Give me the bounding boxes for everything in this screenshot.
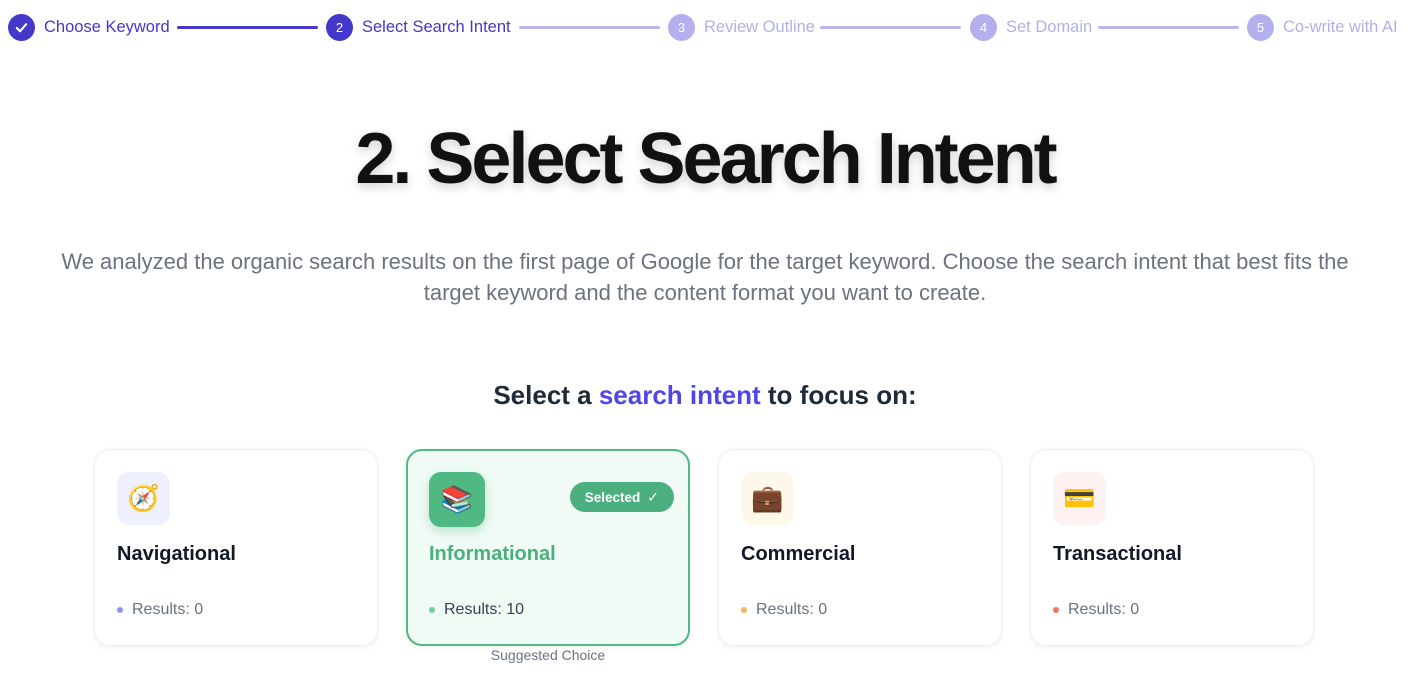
- subheading-prefix: Select a: [493, 380, 599, 410]
- results-count: Results: 0: [1068, 601, 1140, 618]
- results-count: Results: 0: [756, 601, 828, 618]
- step-review-outline[interactable]: 3 Review Outline: [668, 14, 815, 41]
- step-number: 2: [326, 14, 353, 41]
- briefcase-icon: 💼: [741, 472, 794, 525]
- intent-card-transactional[interactable]: 💳 Transactional Results: 0: [1030, 449, 1314, 646]
- step-connector: [177, 26, 318, 29]
- intent-results: Results: 10: [429, 601, 524, 619]
- status-dot: [741, 607, 747, 613]
- intent-subheading: Select a search intent to focus on:: [0, 380, 1410, 411]
- step-set-domain[interactable]: 4 Set Domain: [970, 14, 1092, 41]
- status-dot: [429, 607, 435, 613]
- intent-card-navigational[interactable]: 🧭 Navigational Results: 0: [94, 449, 378, 646]
- page-description: We analyzed the organic search results o…: [61, 249, 1349, 305]
- step-number: 3: [668, 14, 695, 41]
- results-count: Results: 0: [132, 601, 204, 618]
- intent-name: Commercial: [741, 543, 856, 565]
- step-choose-keyword[interactable]: Choose Keyword: [8, 14, 170, 41]
- subheading-suffix: to focus on:: [760, 380, 917, 410]
- intent-results: Results: 0: [1053, 601, 1139, 619]
- intent-results: Results: 0: [117, 601, 203, 619]
- page-title: 2. Select Search Intent: [355, 119, 1057, 199]
- compass-icon: 🧭: [117, 472, 170, 525]
- step-select-search-intent[interactable]: 2 Select Search Intent: [326, 14, 511, 41]
- selected-badge: Selected ✓: [569, 482, 674, 512]
- selected-badge-label: Selected: [584, 489, 641, 505]
- step-label: Set Domain: [1006, 18, 1093, 36]
- step-label: Choose Keyword: [44, 18, 170, 36]
- intent-name: Informational: [429, 543, 556, 565]
- intent-name: Transactional: [1053, 543, 1182, 565]
- check-icon: [8, 14, 35, 41]
- step-connector: [1098, 26, 1239, 29]
- step-co-write-with-ai[interactable]: 5 Co-write with AI: [1247, 14, 1398, 41]
- intent-card-commercial[interactable]: 💼 Commercial Results: 0: [718, 449, 1002, 646]
- intent-card-informational[interactable]: 📚 Selected ✓ Informational Results: 10: [406, 449, 690, 646]
- books-icon: 📚: [429, 472, 485, 527]
- suggested-choice-note: Suggested Choice: [490, 647, 606, 663]
- checkmark-icon: ✓: [647, 488, 659, 505]
- step-number: 5: [1247, 14, 1274, 41]
- credit-card-icon: 💳: [1053, 472, 1106, 525]
- status-dot: [1053, 607, 1059, 613]
- subheading-accent: search intent: [598, 380, 761, 410]
- step-label: Co-write with AI: [1283, 18, 1398, 36]
- step-label: Select Search Intent: [362, 18, 511, 36]
- intent-results: Results: 0: [741, 601, 827, 619]
- progress-stepper: Choose Keyword 2 Select Search Intent 3 …: [0, 0, 1410, 56]
- step-number: 4: [970, 14, 997, 41]
- step-connector: [820, 26, 961, 29]
- step-connector: [519, 26, 660, 29]
- status-dot: [117, 607, 123, 613]
- step-label: Review Outline: [704, 18, 815, 36]
- results-count: Results: 10: [444, 601, 525, 618]
- intent-name: Navigational: [117, 543, 236, 565]
